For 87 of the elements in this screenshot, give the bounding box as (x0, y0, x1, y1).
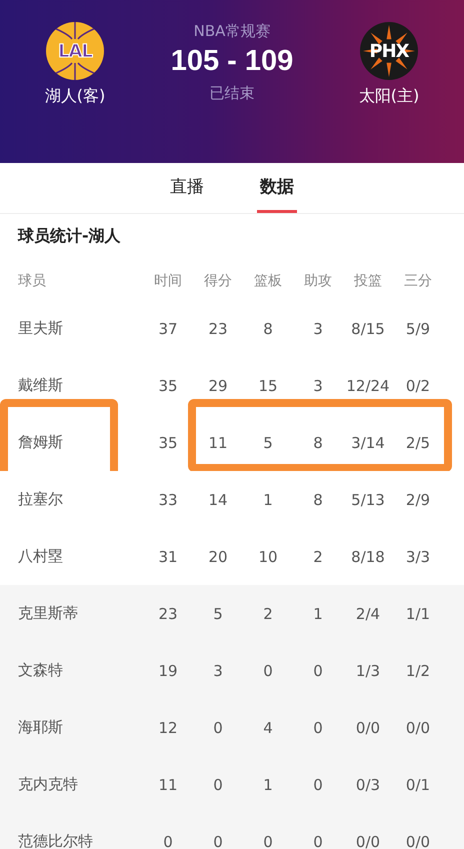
stat-cell-text: 0 (212, 718, 224, 736)
stat-cell-text: 3/14 (350, 434, 386, 452)
stat-cell-text: 4 (262, 718, 274, 736)
stat-cell-text: 3/3 (404, 548, 432, 566)
stat-cell-text: 1/1 (404, 604, 432, 622)
player-name[interactable]: 文森特 (18, 661, 143, 680)
stat-cell-text: 3 (312, 320, 324, 338)
stat-cell-text: 0/0 (354, 718, 382, 736)
player-name[interactable]: 戴维斯 (18, 376, 143, 395)
column-header: 三分 (403, 272, 433, 290)
stat-cell-text: 8 (262, 320, 274, 338)
player-name[interactable]: 海耶斯 (18, 718, 143, 737)
column-header: 球员 (18, 272, 47, 290)
column-header: 时间 (153, 272, 183, 290)
stat-cell-text: 5/9 (404, 320, 432, 338)
stat-cell-text: 33 (157, 490, 179, 508)
stat-cell-text: 0/0 (404, 832, 432, 849)
team-logo: PHX (360, 22, 418, 80)
stat-cell-text: 10 (257, 548, 279, 566)
stat-cell-text: 0 (162, 832, 174, 849)
stat-cell-text: 37 (157, 320, 179, 338)
column-header: 得分 (203, 272, 233, 290)
tab[interactable]: 直播 (167, 163, 207, 213)
team-name: 太阳(主) (358, 86, 420, 107)
column-header: 投篮 (353, 272, 383, 290)
stat-cell-text: 5 (212, 604, 224, 622)
stat-cell-text: 31 (157, 548, 179, 566)
player-name[interactable]: 克里斯蒂 (18, 604, 143, 623)
stat-cell-text: 0/0 (404, 718, 432, 736)
stat-cell-text: 0/2 (404, 376, 432, 394)
stat-cell-text: 11 (157, 776, 179, 794)
stat-cell-text: 35 (157, 434, 179, 452)
stat-cell-text: 0 (312, 832, 324, 849)
player-name[interactable]: 克内克特 (18, 775, 143, 794)
stat-cell-text: 3 (312, 376, 324, 394)
stat-cell-text: 0/3 (354, 776, 382, 794)
stat-cell-text: 2/4 (354, 604, 382, 622)
stat-cell-text: 2 (262, 604, 274, 622)
stat-cell-text: 1 (262, 776, 274, 794)
stat-cell-text: 20 (207, 548, 229, 566)
stat-cell-text: 0 (312, 662, 324, 680)
stat-cell-text: 29 (207, 376, 229, 394)
match-status: 已结束 (210, 84, 254, 103)
stat-cell-text: 8 (312, 490, 324, 508)
column-header: 助攻 (303, 272, 333, 290)
stat-cell-text: 1 (262, 490, 274, 508)
player-name[interactable]: 詹姆斯 (18, 433, 143, 452)
stat-cell-text: 1 (312, 604, 324, 622)
stat-cell-text: 0/1 (404, 776, 432, 794)
stat-cell-text: 35 (157, 376, 179, 394)
stat-cell-text: 1/2 (404, 662, 432, 680)
league-name: NBA常规赛 (194, 22, 270, 41)
stat-cell-text: 23 (207, 320, 229, 338)
stat-cell-text: 1/3 (354, 662, 382, 680)
player-name[interactable]: 范德比尔特 (18, 832, 143, 849)
stat-cell-text: 8 (312, 434, 324, 452)
stat-cell-text: 0 (212, 832, 224, 849)
stat-cell-text: 0 (262, 662, 274, 680)
stat-cell-text: 2/9 (404, 490, 432, 508)
stat-cell-text: 2 (312, 548, 324, 566)
team-logo: LAL (46, 22, 104, 80)
stat-cell-text: 0/0 (354, 832, 382, 849)
stat-cell-text: 5/13 (350, 490, 386, 508)
stat-cell-text: 2/5 (404, 434, 432, 452)
section-title: 球员统计-湖人 (16, 225, 122, 247)
stat-cell-text: 8/15 (350, 320, 386, 338)
player-name[interactable]: 里夫斯 (18, 319, 143, 338)
stat-cell-text: 11 (207, 434, 229, 452)
stat-cell-text: 0 (312, 776, 324, 794)
stat-cell-text: 0 (312, 718, 324, 736)
player-name[interactable]: 八村塁 (18, 547, 143, 566)
tab[interactable]: 数据 (257, 163, 297, 213)
stat-cell-text: 8/18 (350, 548, 386, 566)
stat-cell-text: 0 (212, 776, 224, 794)
stat-cell-text: 3 (212, 662, 224, 680)
player-name[interactable]: 拉塞尔 (18, 490, 143, 509)
column-header: 篮板 (253, 272, 283, 290)
stat-cell-text: 0 (262, 832, 274, 849)
stat-cell-text: 23 (157, 604, 179, 622)
team-name: 湖人(客) (44, 86, 106, 107)
stat-cell-text: 12 (157, 718, 179, 736)
stat-cell-text: 14 (207, 490, 229, 508)
stat-cell-text: 15 (257, 376, 279, 394)
match-score: 105 - 109 (170, 45, 294, 78)
stat-cell-text: 19 (157, 662, 179, 680)
stat-cell-text: 12/24 (345, 376, 391, 394)
stat-cell-text: 5 (262, 434, 274, 452)
